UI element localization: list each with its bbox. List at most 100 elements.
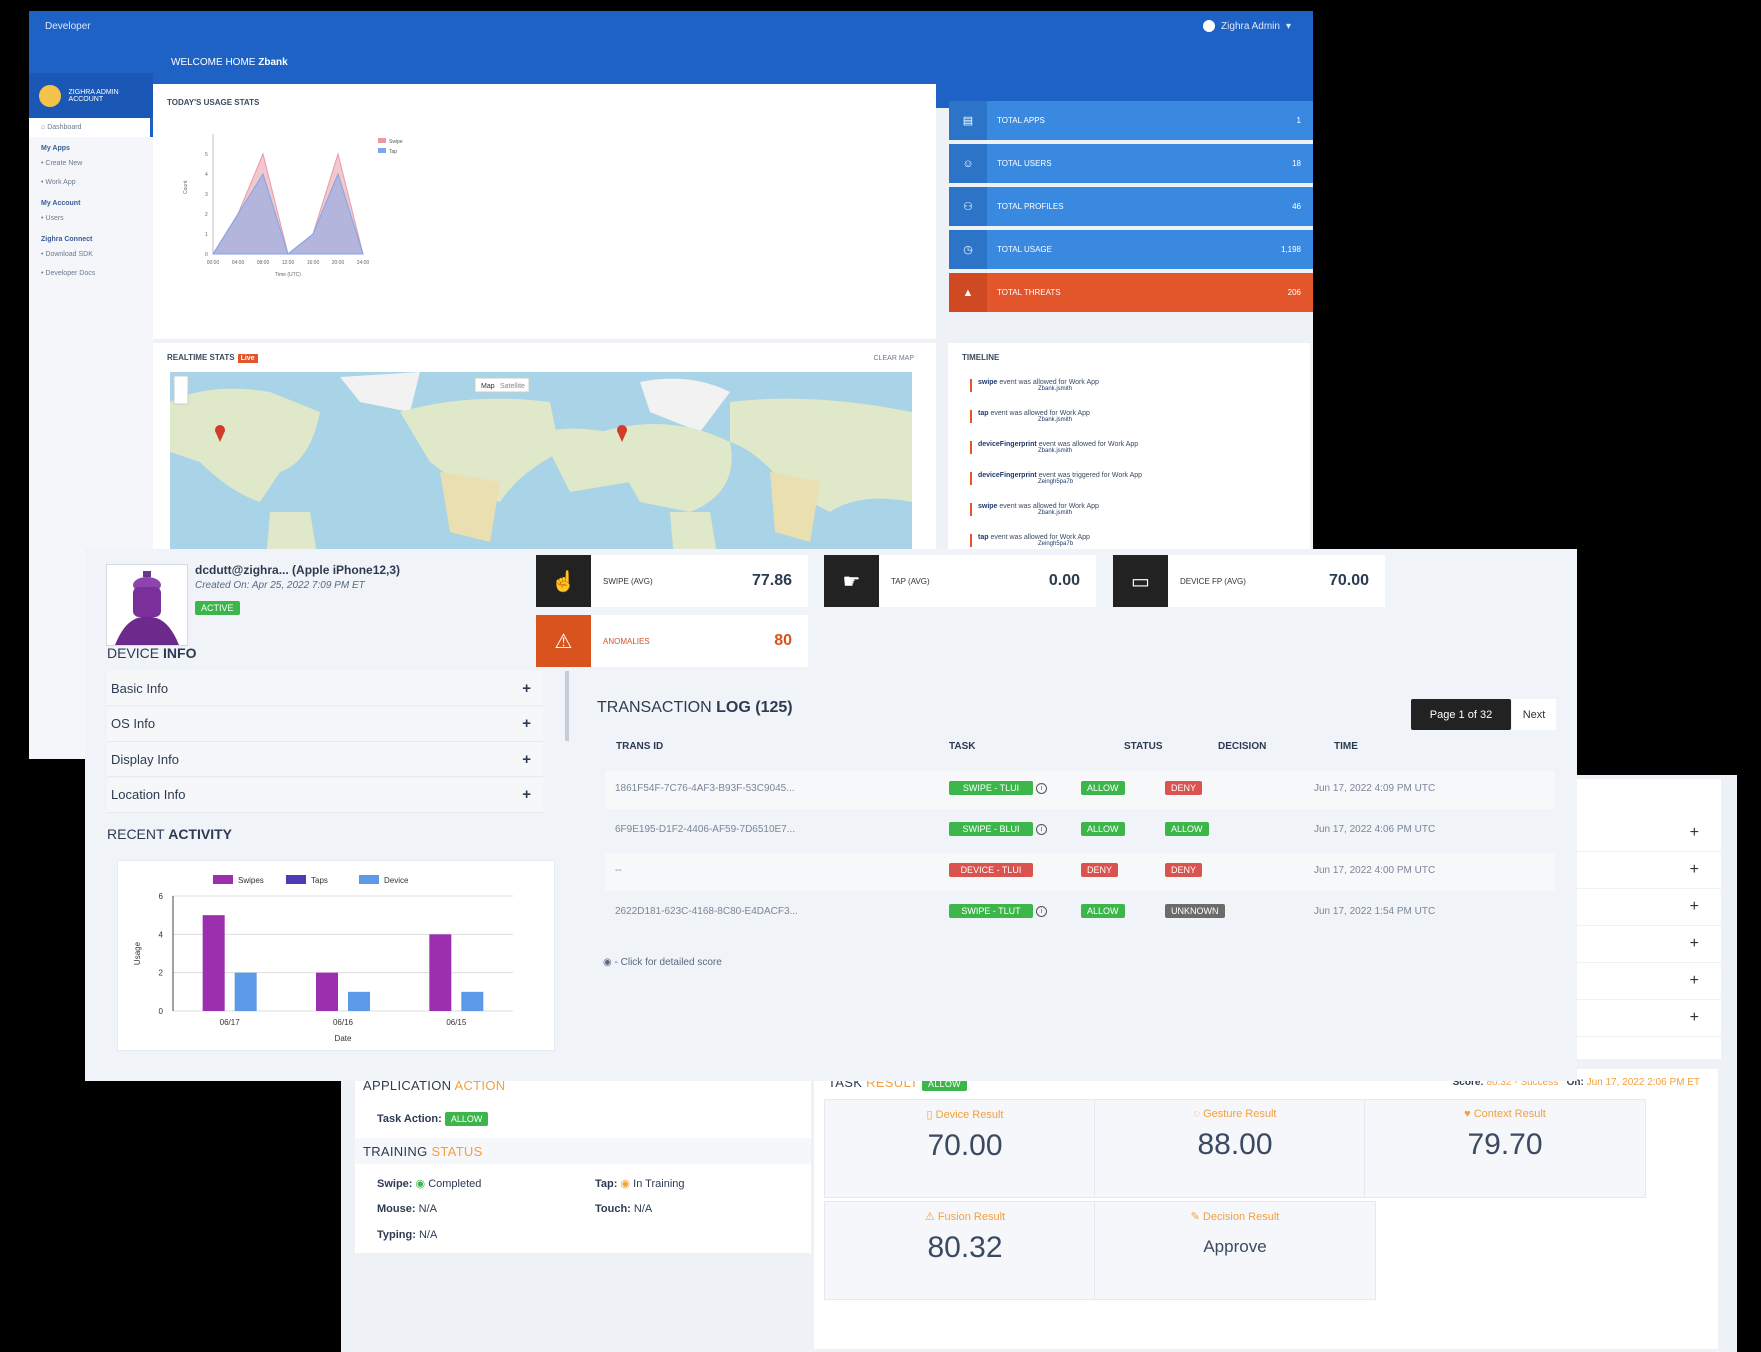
col-trans-id[interactable]: TRANS ID <box>616 741 663 752</box>
training-icon: ◉ <box>620 1178 631 1190</box>
kpi-card[interactable]: ☝ SWIPE (AVG) 77.86 <box>536 555 808 607</box>
device-icon: ▯ <box>926 1109 936 1121</box>
kpi-card[interactable]: ☛ TAP (AVG) 0.00 <box>824 555 1096 607</box>
page-indicator[interactable]: Page 1 of 32 <box>1411 699 1511 730</box>
status-badge: ALLOW <box>1081 781 1125 795</box>
stat-tile[interactable]: ▲ TOTAL THREATS 206 <box>949 273 1313 312</box>
recent-activity-bar-chart: 0 2 4 6 Usage Date 06/17 06/16 06/15 Swipes Taps De… <box>133 875 513 1043</box>
trans-id[interactable]: 2622D181-623C-4168-8C80-E4DACF3... <box>615 906 798 917</box>
timeline-item: swipe event was allowed for Work App Zban… <box>970 379 1099 392</box>
result-value: 79.70 <box>1467 1128 1543 1161</box>
status-cell: ALLOW <box>1081 781 1125 795</box>
accordion-basic-info[interactable]: Basic Info + <box>107 671 543 706</box>
usage-area-chart: 00:00 04:00 08:00 12:00 16:00 20:00 24:00 0 1 2 3 4… <box>183 134 403 278</box>
world-map[interactable]: Map Satellite <box>170 372 912 572</box>
stat-label: TOTAL PROFILES <box>997 202 1064 211</box>
table-row[interactable]: 2622D181-623C-4168-8C80-E4DACF3... SWIPE … <box>605 894 1555 932</box>
kpi-value: 0.00 <box>1048 572 1080 589</box>
next-page-button[interactable]: Next <box>1512 699 1556 730</box>
info-icon[interactable]: i <box>1036 905 1047 917</box>
accordion-os-info[interactable]: OS Info + <box>107 706 543 742</box>
stat-tile[interactable]: ▤ TOTAL APPS 1 <box>949 101 1313 140</box>
legend-swatch <box>286 875 306 884</box>
kpi-value: 80 <box>774 632 792 649</box>
scrollbar[interactable] <box>565 671 569 741</box>
training-swipe: Swipe: ◉ Completed <box>377 1178 482 1190</box>
decision-cell: UNKNOWN <box>1165 904 1225 918</box>
sidebar-item[interactable]: • Download SDK <box>29 245 153 264</box>
sidebar-item[interactable]: • Users <box>29 209 153 228</box>
bar-device <box>461 991 484 1011</box>
sidebar-section-title: My Account <box>41 200 81 207</box>
status-badge: ALLOW <box>1081 822 1125 836</box>
trans-id[interactable]: -- <box>615 865 622 876</box>
result-box: ▯ Device Result 70.00 <box>824 1099 1106 1198</box>
device-created: Created On: Apr 25, 2022 7:09 PM ET <box>195 580 365 591</box>
stats-list: ▤ TOTAL APPS 1 ☺ TOTAL USERS 18 ⚇ TOTAL PROFILE… <box>949 101 1313 316</box>
result-box: ♥ Context Result 79.70 <box>1364 1099 1646 1198</box>
stat-label: TOTAL APPS <box>997 116 1045 125</box>
user-menu[interactable]: Zighra Admin ▾ <box>1203 20 1291 32</box>
info-icon[interactable]: i <box>1036 823 1047 835</box>
table-row[interactable]: 1861F54F-7C76-4AF3-B93F-53C9045... SWIPE … <box>605 771 1555 809</box>
x-tick-label: 20:00 <box>332 260 345 266</box>
sidebar-item[interactable]: • Create New <box>29 154 153 173</box>
y-tick-label: 4 <box>159 930 164 939</box>
legend-label: Swipe <box>389 139 403 145</box>
brand-logo[interactable]: Developer <box>45 21 91 32</box>
task-cell: DEVICE - TLUI <box>949 863 1033 877</box>
kpi-card[interactable]: ▭ DEVICE FP (AVG) 70.00 <box>1113 555 1385 607</box>
info-icon[interactable]: i <box>1036 782 1047 794</box>
sidebar-item-dashboard[interactable]: ⌂ Dashboard <box>29 118 153 137</box>
training-tap: Tap: ◉ In Training <box>595 1178 685 1190</box>
legend-label: Tap <box>389 149 397 155</box>
table-row[interactable]: 6F9E195-D1F2-4406-AF59-7D6510E7... SWIPE … <box>605 812 1555 850</box>
col-decision[interactable]: DECISION <box>1218 741 1266 752</box>
device-detail-window: dcdutt@zighra... (Apple iPhone12,3) Crea… <box>85 549 1577 1081</box>
accordion-location-info[interactable]: Location Info + <box>107 777 543 813</box>
decision-badge: ALLOW <box>1165 822 1209 836</box>
stat-tile[interactable]: ⚇ TOTAL PROFILES 46 <box>949 187 1313 226</box>
y-tick-label: 2 <box>159 969 164 978</box>
task-badge: SWIPE - BLUI <box>949 822 1033 836</box>
device-info-title: DEVICE INFO <box>107 645 197 661</box>
y-tick-label: 1 <box>205 232 208 238</box>
clear-map-button[interactable]: CLEAR MAP <box>874 355 914 362</box>
timeline-item: deviceFingerprint event was triggered fo… <box>970 472 1142 485</box>
anomalies-icon: ⚠ <box>536 615 591 667</box>
col-time[interactable]: TIME <box>1334 741 1358 752</box>
stat-tile[interactable]: ◷ TOTAL USAGE 1,198 <box>949 230 1313 269</box>
timeline-item: deviceFingerprint event was allowed for … <box>970 441 1138 454</box>
task-cell: SWIPE - TLUI i <box>949 781 1047 795</box>
col-status[interactable]: STATUS <box>1124 741 1163 752</box>
kpi-card[interactable]: ⚠ ANOMALIES 80 <box>536 615 808 667</box>
device-status-badge: ACTIVE <box>195 599 240 617</box>
sidebar-item[interactable]: • Work App <box>29 173 153 192</box>
task-cell: SWIPE - TLUT i <box>949 904 1047 918</box>
kpi-label: DEVICE FP (AVG) <box>1180 576 1246 586</box>
x-tick-label: 12:00 <box>282 260 295 266</box>
col-task[interactable]: TASK <box>949 741 975 752</box>
trans-id[interactable]: 6F9E195-D1F2-4406-AF59-7D6510E7... <box>615 824 795 835</box>
recent-activity-title: RECENT ACTIVITY <box>107 826 232 842</box>
time-cell: Jun 17, 2022 4:00 PM UTC <box>1314 865 1436 876</box>
result-value: 70.00 <box>927 1129 1003 1162</box>
sidebar-item[interactable]: • Developer Docs <box>29 264 153 283</box>
satellite-tab: Satellite <box>500 383 525 390</box>
x-axis-label: Time (UTC) <box>275 272 301 278</box>
task-action-badge: ALLOW <box>444 1112 489 1126</box>
legend-swatch <box>359 875 379 884</box>
trans-id[interactable]: 1861F54F-7C76-4AF3-B93F-53C9045... <box>615 783 795 794</box>
legend-swatch <box>378 148 386 153</box>
accordion-display-info[interactable]: Display Info + <box>107 742 543 777</box>
table-row[interactable]: -- DEVICE - TLUI DENY DENY Jun 17, 2022 4:00… <box>605 853 1555 891</box>
bar-swipes <box>202 915 225 1011</box>
stat-tile[interactable]: ☺ TOTAL USERS 18 <box>949 144 1313 183</box>
result-value: 88.00 <box>1197 1128 1273 1161</box>
map-tab: Map <box>481 383 495 390</box>
result-label: ♥ Context Result <box>1464 1108 1546 1120</box>
status-badge: ALLOW <box>1081 904 1125 918</box>
training-status-title: TRAINING STATUS <box>363 1144 483 1159</box>
bar-device <box>348 991 370 1011</box>
task-result-card: TASK RESULT ALLOW Score: 80.32 - Success… <box>814 1069 1718 1349</box>
